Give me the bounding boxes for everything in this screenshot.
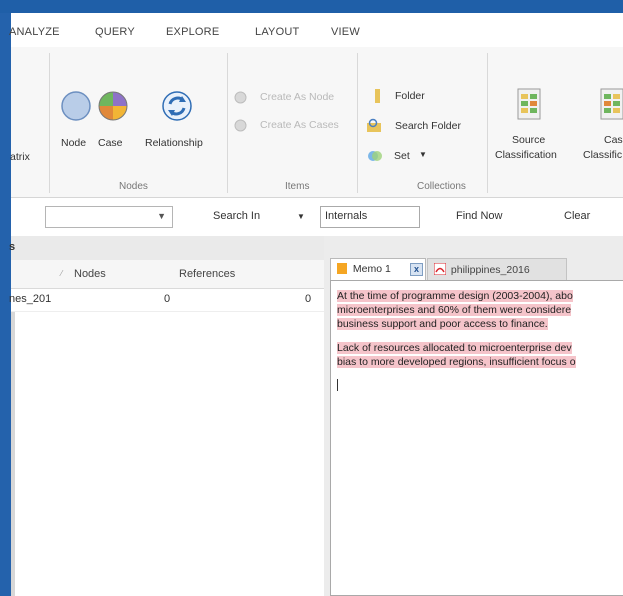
panel-header: s — [9, 236, 324, 261]
panel-title: s — [9, 241, 16, 253]
ribbon-separator — [49, 53, 50, 193]
text-line: bias to more developed regions, insuffic… — [337, 356, 576, 368]
find-bar: ▼ Search In ▼ Internals Find Now Clear — [11, 198, 623, 237]
column-references[interactable]: References — [179, 268, 235, 280]
folder-button[interactable]: Folder — [395, 90, 425, 102]
menu-view[interactable]: VIEW — [331, 26, 360, 38]
create-as-node-button[interactable]: Create As Node — [260, 91, 334, 103]
menu-query[interactable]: QUERY — [95, 26, 135, 38]
ribbon: atrix Node Case Relationship Nodes Creat… — [10, 47, 623, 198]
source-classification-label-2[interactable]: Classification — [495, 149, 557, 161]
column-nodes[interactable]: Nodes — [74, 268, 106, 280]
case-button-label[interactable]: Case — [98, 137, 123, 149]
matrix-button-label[interactable]: atrix — [10, 151, 30, 163]
case-classification-icon[interactable] — [595, 87, 623, 123]
tab-pdf[interactable]: philippines_2016 — [427, 258, 567, 280]
find-combo[interactable]: ▼ — [45, 206, 173, 228]
create-as-cases-icon — [234, 119, 247, 132]
search-in-field[interactable]: Internals — [320, 206, 420, 228]
source-classification-label-1[interactable]: Source — [512, 134, 545, 146]
table-row[interactable]: nes_201 0 0 — [9, 289, 324, 312]
set-icon — [368, 151, 382, 161]
collections-group-label: Collections — [417, 181, 466, 192]
text-line: microenterprises and 60% of them were co… — [337, 304, 572, 316]
text-line: At the time of programme design (2003-20… — [337, 290, 573, 302]
node-button-label[interactable]: Node — [61, 137, 86, 149]
search-in-dropdown-arrow[interactable]: ▼ — [297, 212, 305, 221]
search-folder-button[interactable]: Search Folder — [395, 120, 461, 132]
source-classification-icon[interactable] — [512, 87, 546, 123]
row-nodes: 0 — [164, 293, 171, 305]
sort-icon[interactable]: ⁄ — [61, 269, 62, 278]
memo-editor[interactable]: At the time of programme design (2003-20… — [330, 280, 623, 596]
tab-pdf-label: philippines_2016 — [450, 264, 530, 276]
column-header-row: ⁄ Nodes References — [11, 260, 324, 289]
search-in-label: Search In — [213, 210, 261, 222]
menu-explore[interactable]: EXPLORE — [166, 26, 219, 38]
clear-button[interactable]: Clear — [564, 210, 590, 222]
folder-icon — [375, 89, 380, 103]
text-line: business support and poor access to fina… — [337, 318, 548, 330]
relationship-icon[interactable] — [161, 90, 193, 122]
close-icon[interactable]: x — [410, 263, 423, 276]
memo-paragraph-2: Lack of resources allocated to microente… — [337, 341, 617, 369]
node-icon[interactable] — [60, 90, 92, 122]
detail-view-panel: Memo 1 x philippines_2016 At the time of… — [324, 236, 623, 596]
tab-memo-label: Memo 1 — [352, 263, 391, 275]
ribbon-separator — [487, 53, 488, 193]
memo-paragraph-1: At the time of programme design (2003-20… — [337, 289, 617, 331]
pdf-icon — [433, 262, 447, 276]
menu-bar: ANALYZE QUERY EXPLORE LAYOUT VIEW — [9, 13, 623, 47]
items-group-label: Items — [285, 181, 310, 192]
text-cursor — [337, 379, 338, 391]
search-folder-icon — [367, 118, 381, 132]
row-references: 0 — [305, 293, 312, 305]
memo-icon — [337, 263, 347, 274]
create-as-cases-button[interactable]: Create As Cases — [260, 119, 339, 131]
relationship-button-label[interactable]: Relationship — [145, 137, 203, 149]
case-icon[interactable] — [97, 90, 129, 122]
case-classification-label-1[interactable]: Cas — [604, 134, 623, 146]
create-as-node-icon — [234, 91, 247, 104]
nodes-group-label: Nodes — [119, 181, 148, 192]
find-now-button[interactable]: Find Now — [456, 210, 502, 222]
row-name: nes_201 — [9, 293, 52, 305]
set-dropdown-arrow[interactable]: ▼ — [419, 150, 427, 159]
chevron-down-icon[interactable]: ▼ — [157, 211, 166, 221]
ribbon-separator — [227, 53, 228, 193]
text-line: Lack of resources allocated to microente… — [337, 342, 572, 354]
title-bar — [0, 0, 623, 13]
set-button[interactable]: Set — [394, 150, 410, 162]
ribbon-separator — [357, 53, 358, 193]
tab-memo[interactable]: Memo 1 x — [330, 258, 426, 280]
menu-layout[interactable]: LAYOUT — [255, 26, 299, 38]
list-view-panel: s ⁄ Nodes References nes_201 0 0 — [9, 236, 325, 596]
app-window: ANALYZE QUERY EXPLORE LAYOUT VIEW atrix … — [9, 13, 623, 596]
case-classification-label-2[interactable]: Classific — [583, 149, 622, 161]
scrollbar[interactable] — [11, 288, 15, 596]
menu-analyze[interactable]: ANALYZE — [9, 26, 60, 38]
